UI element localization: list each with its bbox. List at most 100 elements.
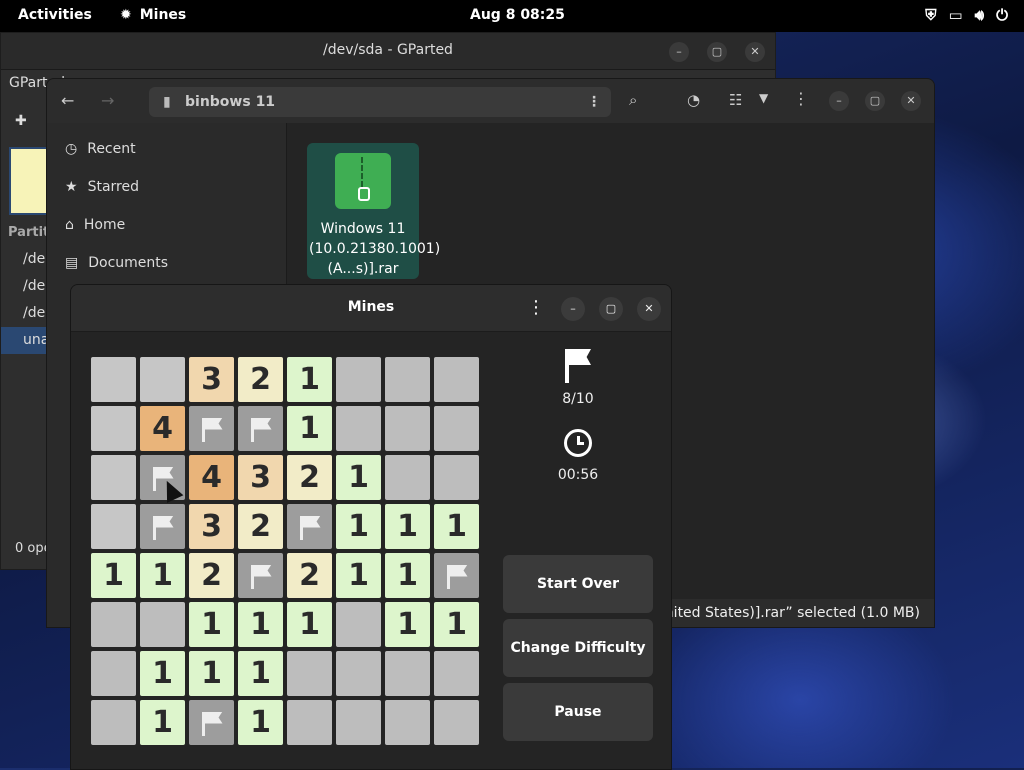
number-cell[interactable]: 2	[189, 553, 234, 598]
flagged-cell[interactable]	[238, 406, 283, 451]
hidden-cell[interactable]	[385, 651, 430, 696]
sidebar-item-recent[interactable]: ◷ Recent	[65, 137, 136, 161]
hidden-cell[interactable]	[91, 602, 136, 647]
number-cell[interactable]: 1	[287, 406, 332, 451]
number-cell[interactable]: 1	[140, 553, 185, 598]
system-tray[interactable]: ⛨ ▭ 🔊︎ ⏻	[925, 6, 1008, 24]
file-item[interactable]: Windows 11 (10.0.21380.1001) (A...s)].ra…	[307, 143, 440, 279]
hidden-cell[interactable]	[336, 357, 381, 402]
hidden-cell[interactable]	[385, 406, 430, 451]
number-cell[interactable]: 1	[434, 602, 479, 647]
hidden-cell[interactable]	[385, 700, 430, 745]
number-cell[interactable]: 2	[238, 504, 283, 549]
change-difficulty-button[interactable]: Change Difficulty	[503, 619, 653, 677]
power-icon[interactable]: ⏻	[996, 6, 1008, 24]
volume-icon[interactable]: 🔊︎	[975, 6, 984, 24]
hidden-cell[interactable]	[336, 700, 381, 745]
number-cell[interactable]: 3	[189, 357, 234, 402]
flagged-cell[interactable]	[140, 504, 185, 549]
app-menu[interactable]: ✹ Mines	[120, 7, 186, 23]
hidden-cell[interactable]	[336, 602, 381, 647]
hidden-cell[interactable]	[434, 455, 479, 500]
number-cell[interactable]: 1	[91, 553, 136, 598]
partition-graphic[interactable]	[9, 147, 49, 215]
minimize-icon[interactable]: –	[829, 91, 849, 111]
hidden-cell[interactable]	[140, 602, 185, 647]
close-icon[interactable]: ✕	[637, 297, 661, 321]
hidden-cell[interactable]	[434, 357, 479, 402]
close-icon[interactable]: ✕	[901, 91, 921, 111]
storage-pie-icon[interactable]: ◔	[687, 91, 700, 109]
number-cell[interactable]: 3	[189, 504, 234, 549]
maximize-icon[interactable]: ▢	[599, 297, 623, 321]
number-cell[interactable]: 1	[238, 700, 283, 745]
sidebar-item-documents[interactable]: ▤ Documents	[65, 251, 168, 275]
hidden-cell[interactable]	[336, 406, 381, 451]
view-list-icon[interactable]: ☷	[729, 91, 742, 109]
display-icon[interactable]: ▭	[948, 6, 962, 24]
number-cell[interactable]: 1	[287, 357, 332, 402]
sidebar-item-starred[interactable]: ★ Starred	[65, 175, 139, 199]
maximize-icon[interactable]: ▢	[707, 42, 727, 62]
hidden-cell[interactable]	[287, 651, 332, 696]
chevron-down-icon[interactable]: ▼	[759, 91, 768, 105]
hidden-cell[interactable]	[140, 357, 185, 402]
maximize-icon[interactable]: ▢	[865, 91, 885, 111]
hidden-cell[interactable]	[385, 455, 430, 500]
menu-icon[interactable]: ⋮	[527, 297, 545, 318]
menu-icon[interactable]: ⋮	[793, 89, 809, 108]
hidden-cell[interactable]	[434, 406, 479, 451]
number-cell[interactable]: 1	[140, 651, 185, 696]
number-cell[interactable]: 1	[140, 700, 185, 745]
shield-icon[interactable]: ⛨	[925, 6, 936, 24]
search-icon[interactable]: ⌕	[629, 91, 637, 109]
hidden-cell[interactable]	[91, 504, 136, 549]
new-icon[interactable]: ✚	[15, 113, 27, 129]
partition-row[interactable]: /de	[1, 246, 47, 273]
hidden-cell[interactable]	[385, 357, 430, 402]
number-cell[interactable]: 2	[287, 455, 332, 500]
path-bar[interactable]: ▮ binbows 11 ⋮	[149, 87, 611, 117]
number-cell[interactable]: 2	[287, 553, 332, 598]
hidden-cell[interactable]	[91, 455, 136, 500]
forward-icon[interactable]: →	[101, 91, 114, 110]
number-cell[interactable]: 1	[238, 651, 283, 696]
hidden-cell[interactable]	[91, 357, 136, 402]
activities-button[interactable]: Activities	[18, 7, 92, 23]
number-cell[interactable]: 1	[385, 602, 430, 647]
clock[interactable]: Aug 8 08:25	[470, 7, 565, 23]
flagged-cell[interactable]	[189, 700, 234, 745]
sidebar-item-home[interactable]: ⌂ Home	[65, 213, 125, 237]
pause-button[interactable]: Pause	[503, 683, 653, 741]
number-cell[interactable]: 3	[238, 455, 283, 500]
number-cell[interactable]: 4	[189, 455, 234, 500]
number-cell[interactable]: 1	[189, 651, 234, 696]
partition-row[interactable]: /de	[1, 273, 47, 300]
hidden-cell[interactable]	[91, 406, 136, 451]
number-cell[interactable]: 1	[238, 602, 283, 647]
flagged-cell[interactable]	[189, 406, 234, 451]
minimize-icon[interactable]: –	[561, 297, 585, 321]
hidden-cell[interactable]	[336, 651, 381, 696]
back-icon[interactable]: ←	[61, 91, 74, 110]
flagged-cell[interactable]	[238, 553, 283, 598]
hidden-cell[interactable]	[91, 651, 136, 696]
number-cell[interactable]: 1	[385, 553, 430, 598]
partition-row[interactable]: /de	[1, 300, 47, 327]
path-menu-icon[interactable]: ⋮	[587, 87, 601, 117]
number-cell[interactable]: 1	[287, 602, 332, 647]
number-cell[interactable]: 1	[336, 455, 381, 500]
partition-row-selected[interactable]: una	[1, 327, 49, 354]
minimize-icon[interactable]: –	[669, 42, 689, 62]
flagged-cell[interactable]	[287, 504, 332, 549]
hidden-cell[interactable]	[91, 700, 136, 745]
number-cell[interactable]: 4	[140, 406, 185, 451]
number-cell[interactable]: 1	[189, 602, 234, 647]
start-over-button[interactable]: Start Over	[503, 555, 653, 613]
hidden-cell[interactable]	[287, 700, 332, 745]
number-cell[interactable]: 1	[385, 504, 430, 549]
flagged-cell[interactable]	[434, 553, 479, 598]
hidden-cell[interactable]	[434, 651, 479, 696]
number-cell[interactable]: 1	[336, 504, 381, 549]
close-icon[interactable]: ✕	[745, 42, 765, 62]
